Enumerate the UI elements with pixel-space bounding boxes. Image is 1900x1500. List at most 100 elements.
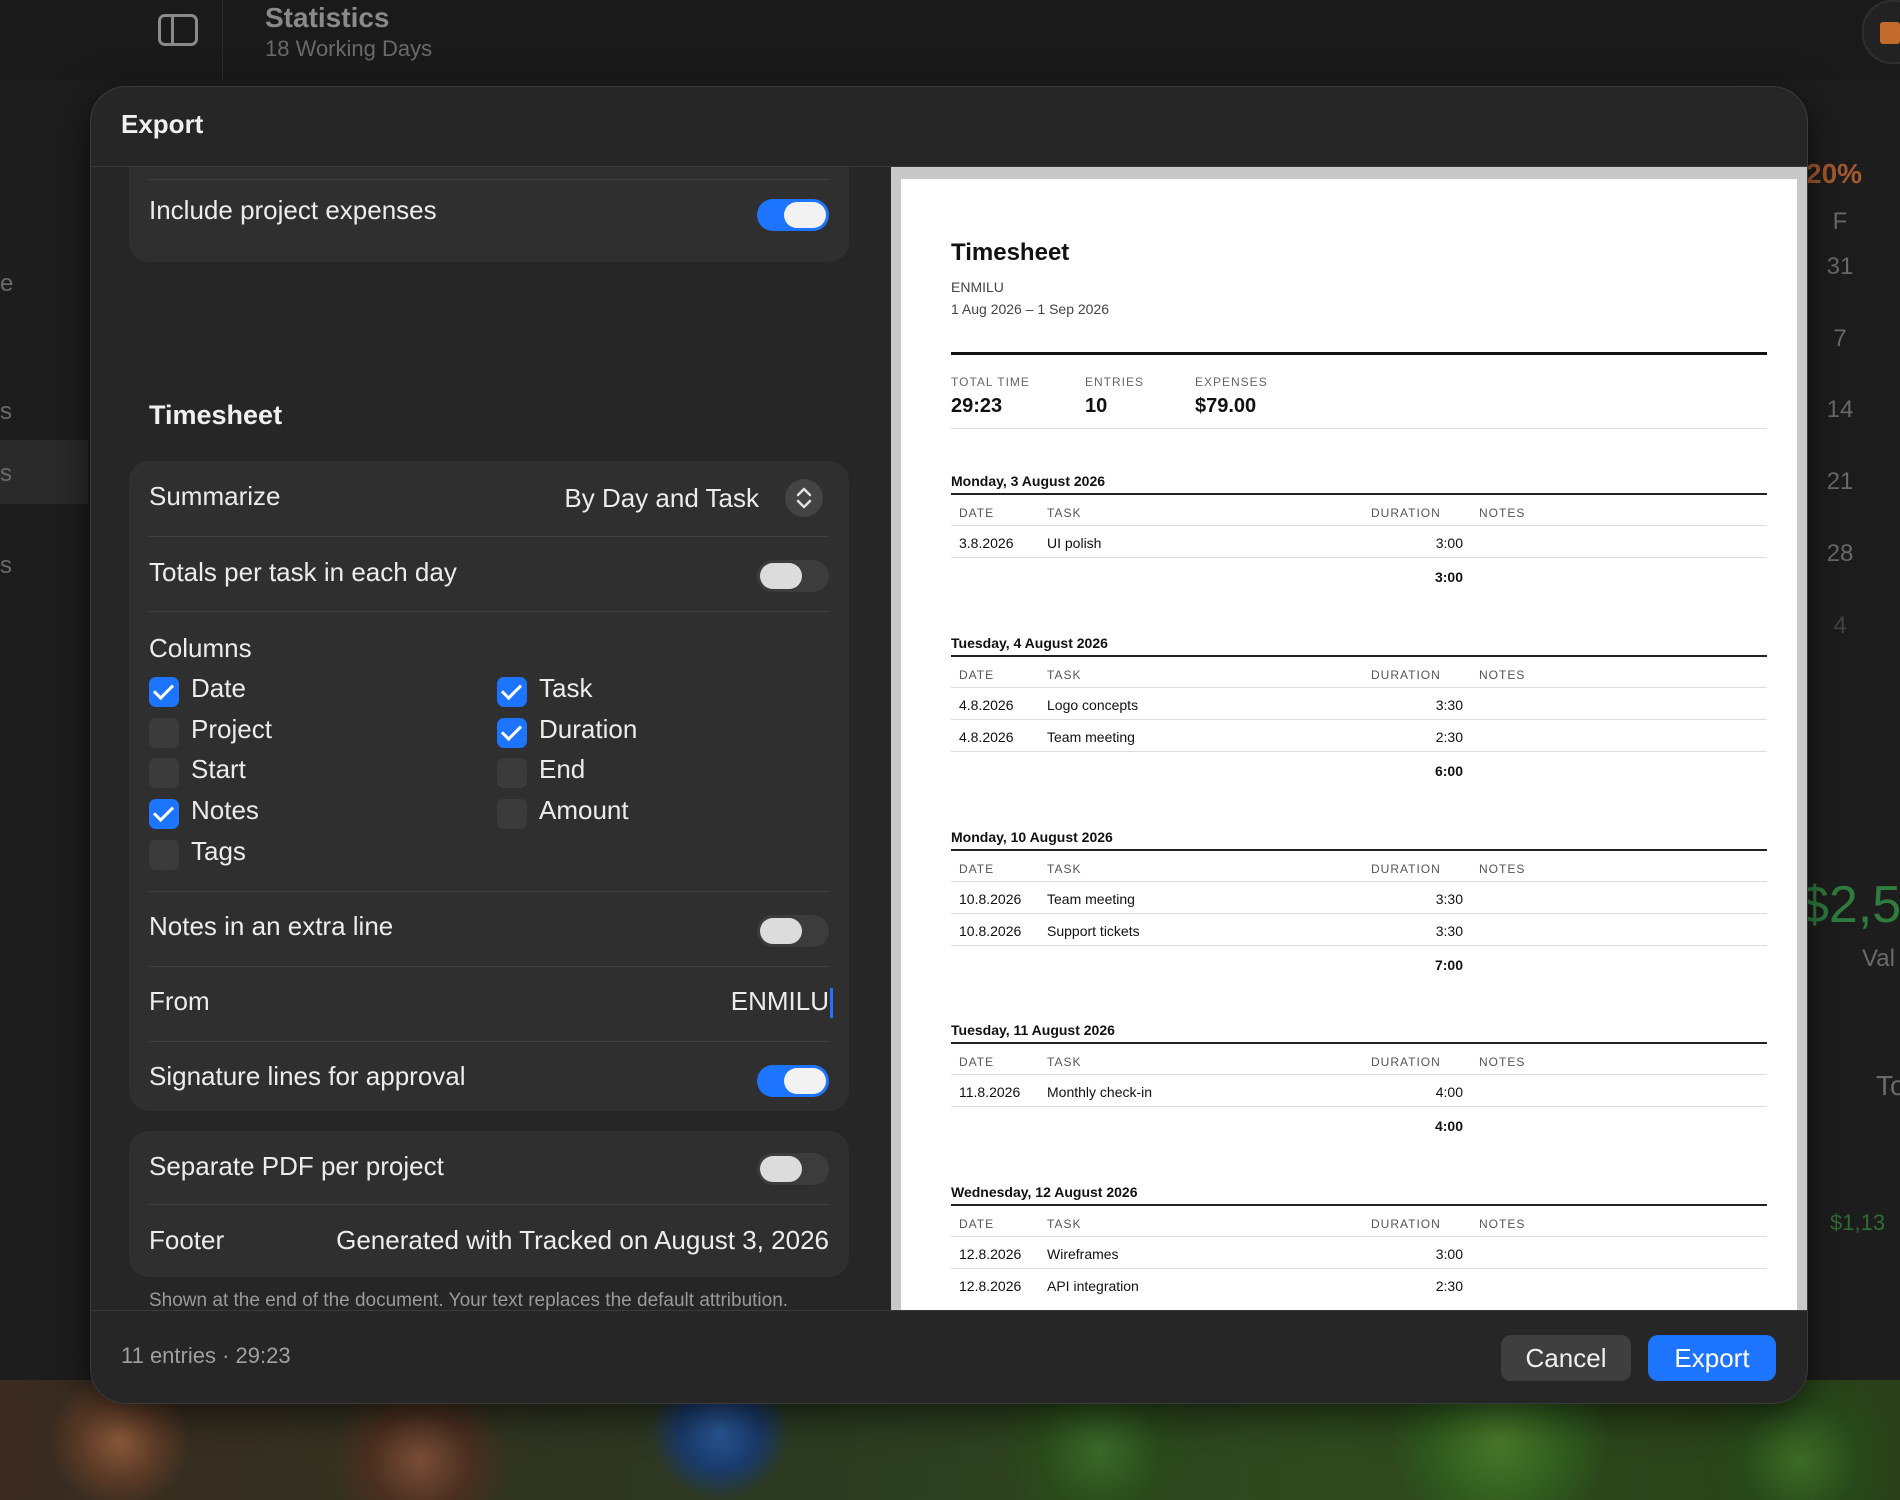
row-rule — [951, 945, 1767, 946]
entry-date: 3.8.2026 — [959, 535, 1014, 551]
entry-date: 4.8.2026 — [959, 697, 1014, 713]
calendar-day: 28 — [1826, 540, 1854, 567]
background-sidebar-text: s — [0, 552, 12, 579]
background-big-value: $2,5 — [1800, 876, 1900, 934]
column-date-checkbox[interactable] — [149, 677, 179, 707]
column-header-task: TASK — [1047, 668, 1082, 682]
preview-title: Timesheet — [951, 239, 1070, 266]
row-rule — [951, 1268, 1767, 1269]
entry-duration: 3:00 — [1435, 1246, 1463, 1262]
background-sidebar-selection — [0, 440, 88, 504]
text-cursor — [830, 988, 833, 1019]
entry-task: Team meeting — [1047, 891, 1135, 907]
column-date-label[interactable]: Date — [191, 673, 246, 704]
column-amount-label[interactable]: Amount — [539, 795, 629, 826]
row-rule — [951, 751, 1767, 752]
export-button[interactable]: Export — [1648, 1335, 1776, 1381]
separator — [149, 536, 829, 537]
column-header-task: TASK — [1047, 862, 1082, 876]
entry-duration: 3:30 — [1435, 923, 1463, 939]
export-dialog: Export Include project expenses Timeshee… — [90, 86, 1808, 1404]
column-task-checkbox[interactable] — [497, 677, 527, 707]
column-header-task: TASK — [1047, 1217, 1082, 1231]
column-start-label[interactable]: Start — [191, 754, 246, 785]
signature-lines-toggle[interactable] — [757, 1065, 829, 1097]
entry-date: 4.8.2026 — [959, 729, 1014, 745]
entry-duration: 2:30 — [1435, 1278, 1463, 1294]
notes-extra-line-label: Notes in an extra line — [149, 911, 394, 941]
day-title: Tuesday, 4 August 2026 — [951, 635, 1108, 651]
from-input[interactable]: ENMILU — [731, 986, 833, 1019]
preview-rule — [951, 428, 1767, 429]
column-header-task: TASK — [1047, 506, 1082, 520]
column-task-label[interactable]: Task — [539, 673, 592, 704]
stat-label: EXPENSES — [1195, 375, 1268, 389]
background-small-value: $1,13 — [1830, 1210, 1886, 1235]
column-header-notes: NOTES — [1479, 506, 1526, 520]
footer-input[interactable]: Generated with Tracked on August 3, 2026 — [336, 1225, 829, 1256]
timesheet-section-title: Timesheet — [149, 400, 283, 430]
pdf-options-card: Separate PDF per project Footer Generate… — [129, 1131, 849, 1277]
column-header-date: DATE — [959, 506, 995, 520]
background-subtitle: 18 Working Days — [265, 36, 433, 61]
calendar-day: 7 — [1833, 325, 1847, 352]
cancel-button[interactable]: Cancel — [1501, 1335, 1631, 1381]
summarize-stepper[interactable] — [785, 479, 823, 517]
chevron-up-down-icon — [796, 487, 812, 509]
entry-task: API integration — [1047, 1278, 1139, 1294]
totals-per-task-label: Totals per task in each day — [149, 557, 457, 587]
column-amount-checkbox[interactable] — [497, 799, 527, 829]
column-notes-checkbox[interactable] — [149, 799, 179, 829]
preview-from: ENMILU — [951, 279, 1004, 295]
column-header-task: TASK — [1047, 1055, 1082, 1069]
preview-date-range: 1 Aug 2026 – 1 Sep 2026 — [951, 301, 1110, 317]
calendar-day: 14 — [1826, 396, 1854, 423]
notes-extra-line-toggle[interactable] — [757, 915, 829, 947]
day-total: 6:00 — [1434, 763, 1463, 779]
include-expenses-toggle[interactable] — [757, 199, 829, 231]
column-end-checkbox[interactable] — [497, 758, 527, 788]
background-weekday: F — [1832, 208, 1848, 235]
column-header-duration: DURATION — [1371, 862, 1441, 876]
row-rule — [951, 1074, 1767, 1075]
column-tags-checkbox[interactable] — [149, 840, 179, 870]
background-sidebar-text: s — [0, 398, 12, 425]
day-total: 7:00 — [1434, 957, 1463, 973]
column-header-date: DATE — [959, 668, 995, 682]
summarize-value[interactable]: By Day and Task — [564, 483, 759, 514]
column-duration-checkbox[interactable] — [497, 718, 527, 748]
column-notes-label[interactable]: Notes — [191, 795, 259, 826]
column-project-checkbox[interactable] — [149, 718, 179, 748]
entry-date: 10.8.2026 — [959, 891, 1022, 907]
column-start-checkbox[interactable] — [149, 758, 179, 788]
signature-lines-label: Signature lines for approval — [149, 1061, 466, 1091]
column-project-label[interactable]: Project — [191, 714, 272, 745]
entry-task: Logo concepts — [1047, 697, 1139, 713]
sidebar-toggle-icon[interactable] — [158, 14, 198, 46]
row-rule — [951, 1106, 1767, 1107]
separate-pdf-toggle[interactable] — [757, 1153, 829, 1185]
entry-task: Wireframes — [1047, 1246, 1119, 1262]
row-rule — [951, 881, 1767, 882]
background-sidebar-text: s — [0, 460, 12, 487]
day-total: 3:00 — [1434, 569, 1463, 585]
column-header-notes: NOTES — [1479, 668, 1526, 682]
column-duration-label[interactable]: Duration — [539, 714, 637, 745]
columns-label: Columns — [149, 633, 252, 663]
day-rule — [951, 1204, 1767, 1206]
pdf-preview-pane[interactable]: Timesheet ENMILU 1 Aug 2026 – 1 Sep 2026… — [891, 167, 1807, 1310]
day-rule — [951, 1042, 1767, 1044]
column-end-label[interactable]: End — [539, 754, 585, 785]
totals-per-task-toggle[interactable] — [757, 560, 829, 592]
day-title: Tuesday, 11 August 2026 — [951, 1022, 1115, 1038]
column-header-duration: DURATION — [1371, 1217, 1441, 1231]
export-options-pane[interactable]: Include project expenses Timesheet Summa… — [91, 167, 891, 1310]
column-tags-label[interactable]: Tags — [191, 836, 246, 867]
entry-date: 12.8.2026 — [959, 1278, 1022, 1294]
pdf-page: Timesheet ENMILU 1 Aug 2026 – 1 Sep 2026… — [901, 179, 1797, 1310]
stat-value: 29:23 — [951, 395, 1003, 417]
preview-rule — [951, 352, 1767, 355]
row-rule — [951, 913, 1767, 914]
entry-date: 10.8.2026 — [959, 923, 1022, 939]
toolbar-action-icon[interactable] — [1862, 0, 1900, 64]
